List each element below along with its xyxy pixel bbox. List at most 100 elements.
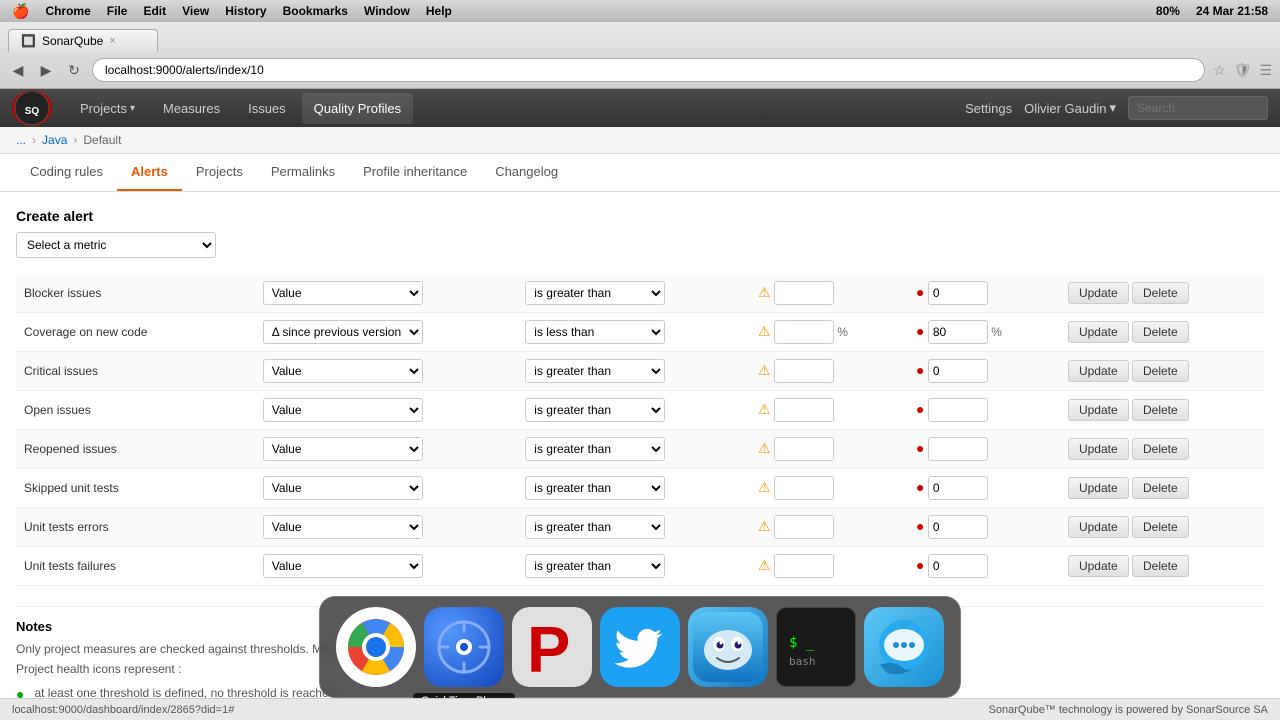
menu-chrome[interactable]: Chrome [45,4,90,18]
update-button[interactable]: Update [1068,516,1129,538]
menu-help[interactable]: Help [426,4,452,18]
breadcrumb-java[interactable]: Java [42,133,67,147]
warn-value-input[interactable] [774,515,834,539]
dock-item-terminal[interactable]: $ _ bash [776,607,856,687]
error-value-input[interactable] [928,476,988,500]
metric-select[interactable]: Select a metric [16,232,216,258]
delete-button[interactable]: Delete [1132,438,1189,460]
type-cell: Value [255,274,518,313]
tab-profile-inheritance[interactable]: Profile inheritance [349,154,481,191]
nav-issues[interactable]: Issues [236,93,298,124]
update-button[interactable]: Update [1068,360,1129,382]
reload-button[interactable]: ↻ [64,60,84,80]
update-button[interactable]: Update [1068,438,1129,460]
warn-value-input[interactable] [774,476,834,500]
dock-item-finder[interactable] [688,607,768,687]
type-select[interactable]: Δ since previous version [263,320,423,344]
type-cell: Value [255,430,518,469]
settings-link[interactable]: Settings [965,101,1012,116]
user-arrow-icon: ▾ [1109,100,1116,116]
type-select[interactable]: Value [263,515,423,539]
extension-icon[interactable]: 🛡 [1234,62,1252,79]
nav-measures[interactable]: Measures [151,93,232,124]
menu-history[interactable]: History [225,4,266,18]
warn-value-input[interactable] [774,359,834,383]
type-select[interactable]: Value [263,437,423,461]
type-select[interactable]: Value [263,476,423,500]
dock-item-quicktime[interactable]: QuickTime Player [424,607,504,687]
dock-item-twitter[interactable] [600,607,680,687]
condition-select[interactable]: is greater than [525,515,665,539]
delete-button[interactable]: Delete [1132,282,1189,304]
condition-select[interactable]: is greater than [525,554,665,578]
type-select[interactable]: Value [263,281,423,305]
menu-view[interactable]: View [182,4,209,18]
error-value-input[interactable] [928,320,988,344]
update-button[interactable]: Update [1068,321,1129,343]
breadcrumb-root[interactable]: ... [16,133,26,147]
warn-cell: ⚠ [750,547,908,586]
menu-bookmarks[interactable]: Bookmarks [283,4,348,18]
warn-value-input[interactable] [774,320,834,344]
tab-close-button[interactable]: × [109,35,115,47]
menu-file[interactable]: File [107,4,128,18]
warn-value-input[interactable] [774,554,834,578]
bookmark-icon[interactable]: ☆ [1213,62,1226,79]
metric-name: Skipped unit tests [16,469,255,508]
delete-button[interactable]: Delete [1132,477,1189,499]
delete-button[interactable]: Delete [1132,399,1189,421]
error-value-input[interactable] [928,515,988,539]
nav-projects[interactable]: Projects ▾ [68,93,147,124]
delete-button[interactable]: Delete [1132,555,1189,577]
address-bar[interactable] [92,58,1205,82]
dock-item-chrome[interactable] [336,607,416,687]
error-value-input[interactable] [928,437,988,461]
warn-cell: ⚠ [750,352,908,391]
update-button[interactable]: Update [1068,399,1129,421]
delete-button[interactable]: Delete [1132,360,1189,382]
back-button[interactable]: ◀ [8,60,28,80]
nav-quality-profiles[interactable]: Quality Profiles [302,93,413,124]
type-select[interactable]: Value [263,554,423,578]
error-value-input[interactable] [928,359,988,383]
sonar-header-right: Settings Olivier Gaudin ▾ [965,96,1268,120]
user-menu[interactable]: Olivier Gaudin ▾ [1024,100,1116,116]
error-value-input[interactable] [928,554,988,578]
condition-select[interactable]: is greater than [525,476,665,500]
warn-value-input[interactable] [774,398,834,422]
warn-cell: ⚠ [750,274,908,313]
update-button[interactable]: Update [1068,282,1129,304]
tab-coding-rules[interactable]: Coding rules [16,154,117,191]
browser-tab[interactable]: 🔲 SonarQube × [8,29,158,52]
type-select[interactable]: Value [263,398,423,422]
error-value-input[interactable] [928,398,988,422]
tab-alerts[interactable]: Alerts [117,154,182,191]
condition-select[interactable]: is greater than [525,359,665,383]
update-button[interactable]: Update [1068,555,1129,577]
menu-window[interactable]: Window [364,4,410,18]
condition-select[interactable]: is less than [525,320,665,344]
warn-icon: ⚠ [758,323,771,339]
tab-projects[interactable]: Projects [182,154,257,191]
error-value-input[interactable] [928,281,988,305]
delete-button[interactable]: Delete [1132,516,1189,538]
warn-value-input[interactable] [774,281,834,305]
menu-edit[interactable]: Edit [143,4,166,18]
delete-button[interactable]: Delete [1132,321,1189,343]
menu-icon[interactable]: ☰ [1259,62,1272,79]
tab-changelog[interactable]: Changelog [481,154,572,191]
update-button[interactable]: Update [1068,477,1129,499]
metric-name: Reopened issues [16,430,255,469]
error-cell: ● % [908,313,1060,352]
tab-permalinks[interactable]: Permalinks [257,154,349,191]
type-select[interactable]: Value [263,359,423,383]
warn-value-input[interactable] [774,437,834,461]
condition-select[interactable]: is greater than [525,281,665,305]
forward-button[interactable]: ▶ [36,60,56,80]
sonar-search-input[interactable] [1128,96,1268,120]
condition-select[interactable]: is greater than [525,437,665,461]
dock-item-messages[interactable] [864,607,944,687]
dock-item-proxy[interactable]: P [512,607,592,687]
condition-select[interactable]: is greater than [525,398,665,422]
type-cell: Δ since previous version [255,313,518,352]
